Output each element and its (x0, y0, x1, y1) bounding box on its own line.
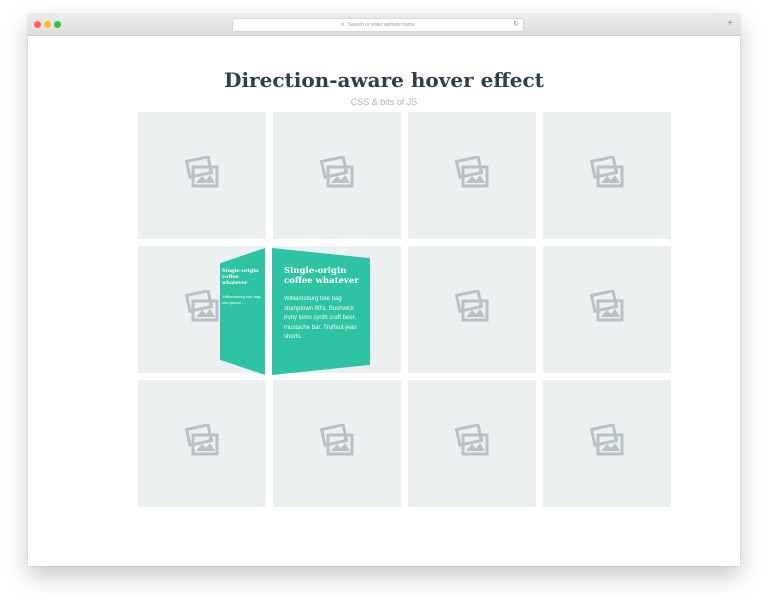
grid-tile[interactable] (138, 112, 266, 239)
browser-titlebar: ⌕ Search or enter website name ↻ + (28, 14, 740, 36)
image-placeholder-icon (454, 155, 490, 190)
hover-overlay-side-panel[interactable]: Single-origin coffee whatever Williamsbu… (220, 248, 265, 375)
overlay-front-text: Williamsburg tote bag stumptown 90's. Bu… (284, 296, 357, 341)
reload-icon[interactable]: ↻ (513, 19, 519, 31)
image-placeholder-icon (184, 289, 220, 324)
minimize-window-button[interactable] (44, 21, 51, 28)
address-placeholder: Search or enter website name (348, 22, 415, 28)
overlay-front-title: Single-origin coffee whatever (284, 266, 359, 287)
image-placeholder-icon (454, 423, 490, 458)
new-tab-button[interactable]: + (724, 18, 736, 30)
hover-overlay-front-panel[interactable]: Single-origin coffee whatever Williamsbu… (272, 248, 370, 375)
image-placeholder-icon (319, 155, 355, 190)
image-placeholder-icon (184, 423, 220, 458)
page-subtitle: CSS & bits of JS (350, 97, 418, 107)
page-title: Direction-aware hover effect (224, 68, 544, 92)
browser-window: ⌕ Search or enter website name ↻ + Direc… (28, 14, 740, 566)
grid-tile[interactable] (543, 112, 671, 239)
image-placeholder-icon (589, 155, 625, 190)
overlay-side-title: Single-origin coffee whatever (222, 268, 259, 286)
grid-tile[interactable] (408, 112, 536, 239)
zoom-window-button[interactable] (54, 21, 61, 28)
close-window-button[interactable] (34, 21, 41, 28)
address-bar[interactable]: ⌕ Search or enter website name ↻ (232, 18, 524, 32)
image-placeholder-icon (184, 155, 220, 190)
stage: ⌕ Search or enter website name ↻ + Direc… (0, 0, 768, 605)
image-placeholder-icon (454, 289, 490, 324)
page-content: Direction-aware hover effect CSS & bits … (28, 36, 740, 566)
overlay-side-text: Williamsburg tote bag stumptown... (222, 294, 261, 306)
grid-tile[interactable] (273, 380, 401, 507)
grid-tile[interactable] (273, 112, 401, 239)
image-placeholder-icon (589, 289, 625, 324)
grid-tile[interactable] (543, 246, 671, 373)
grid-tile[interactable] (408, 380, 536, 507)
grid-tile[interactable] (138, 380, 266, 507)
grid-tile[interactable] (543, 380, 671, 507)
image-placeholder-icon (319, 423, 355, 458)
grid-tile[interactable] (408, 246, 536, 373)
image-placeholder-icon (589, 423, 625, 458)
search-icon: ⌕ (341, 22, 345, 28)
